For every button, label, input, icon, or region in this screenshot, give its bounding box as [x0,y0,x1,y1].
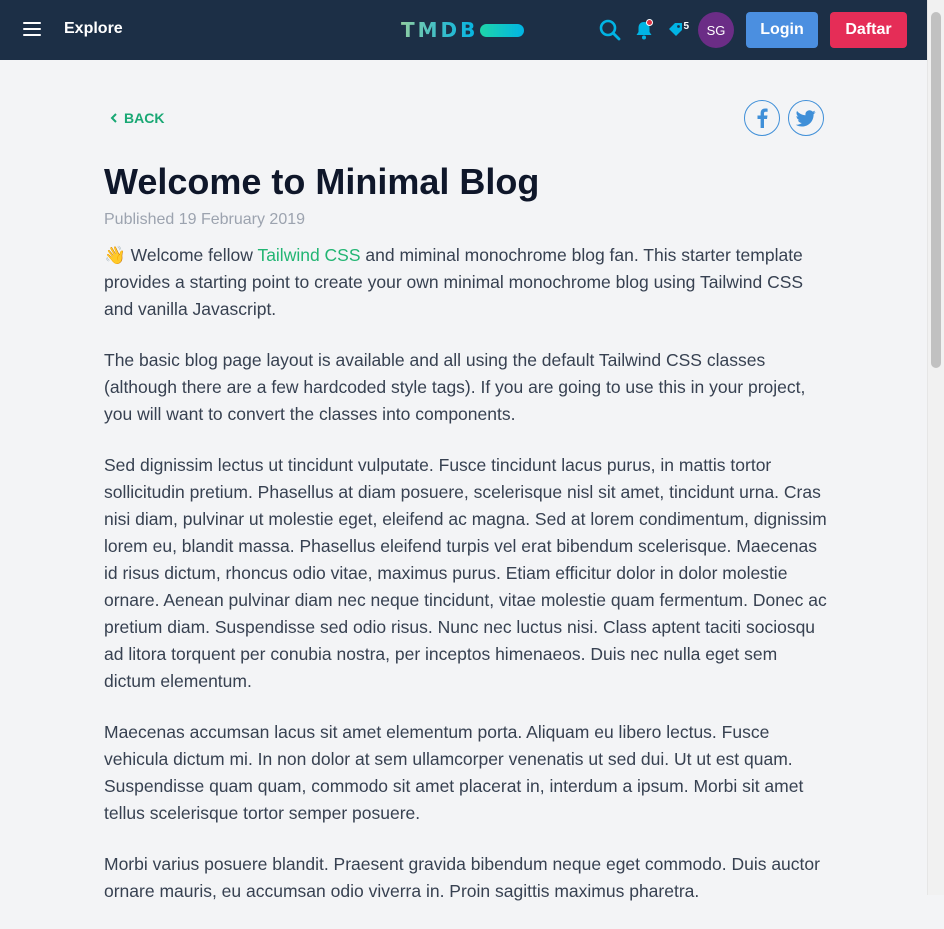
page-title: Welcome to Minimal Blog [104,161,540,202]
brand-text: TMDB [401,18,479,42]
article-paragraph: Morbi varius posuere blandit. Praesent g… [104,854,820,901]
waving-hand-emoji: 👋 [104,245,126,265]
back-label: BACK [124,110,165,126]
explore-link[interactable]: Explore [64,20,123,38]
tag-icon[interactable]: 5 [664,18,689,42]
intro-paragraph: 👋 Welcome fellow Tailwind CSS and mimina… [104,242,829,323]
twitter-share-button[interactable] [788,100,824,136]
article-paragraph: The basic blog page layout is available … [104,350,806,424]
article-paragraph: Maecenas accumsan lacus sit amet element… [104,722,804,823]
facebook-share-button[interactable] [744,100,780,136]
facebook-icon [757,108,768,128]
vertical-scrollbar[interactable] [927,0,944,895]
published-date: Published 19 February 2019 [104,211,306,228]
login-button[interactable]: Login [746,12,818,48]
tailwind-css-link[interactable]: Tailwind CSS [257,245,360,265]
notification-dot [646,19,653,26]
hamburger-menu-icon[interactable] [23,22,41,38]
user-avatar[interactable]: SG [698,12,734,48]
search-icon[interactable] [598,18,622,42]
article-body: 👋 Welcome fellow Tailwind CSS and mimina… [104,242,829,929]
share-buttons [744,100,824,136]
notification-count: 5 [683,21,689,32]
bell-icon[interactable] [632,18,656,42]
back-link[interactable]: BACK [110,110,164,126]
daftar-button[interactable]: Daftar [830,12,907,48]
chevron-left-icon [110,113,117,123]
brand-pill-shape [480,23,525,37]
top-navbar: Explore TMDB 5 SG Login Daftar [0,0,927,60]
intro-text-before: Welcome fellow [125,245,258,265]
scrollbar-thumb[interactable] [931,12,941,368]
brand-logo[interactable]: TMDB [401,17,525,43]
twitter-icon [796,109,816,126]
article-paragraph: Sed dignissim lectus ut tincidunt vulput… [104,455,827,691]
